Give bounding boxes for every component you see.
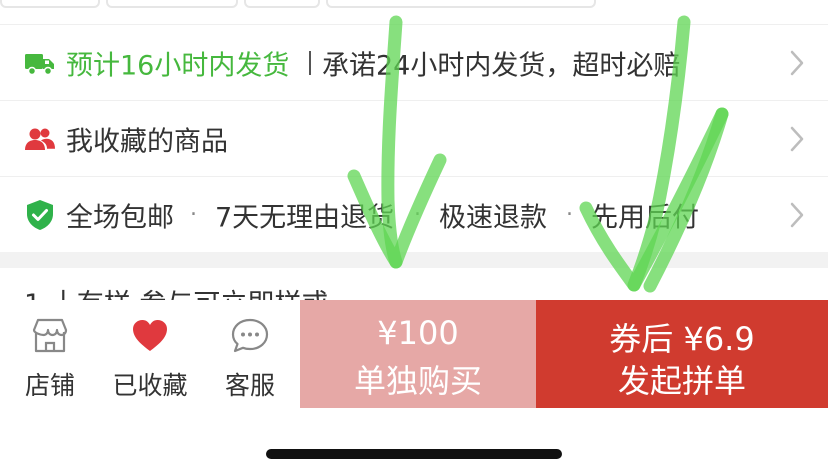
service-item: 先用后付 xyxy=(591,202,699,234)
tag-chip[interactable] xyxy=(106,0,238,8)
store-icon xyxy=(32,318,68,353)
customer-service-button[interactable]: 客服 xyxy=(200,300,300,408)
favorites-label: 我收藏的商品 xyxy=(66,126,228,158)
store-label: 店铺 xyxy=(24,371,75,400)
group-buy-button[interactable]: 券后 ¥6.9 发起拼单 xyxy=(536,300,828,408)
divider xyxy=(309,51,311,75)
service-item: 极速退款 xyxy=(439,202,547,234)
store-button[interactable]: 店铺 xyxy=(0,300,100,408)
group-buy-label: 发起拼单 xyxy=(617,362,746,400)
service-item: 全场包邮 xyxy=(66,202,174,234)
chevron-right-icon xyxy=(790,202,804,228)
shipping-estimate: 预计16小时内发货 xyxy=(66,50,290,82)
separator-dot: · xyxy=(190,202,197,228)
service-guarantee-row[interactable]: 全场包邮 · 7天无理由退货 · 极速退款 · 先用后付 xyxy=(0,176,828,253)
single-buy-price: ¥100 xyxy=(377,314,459,352)
shipping-row[interactable]: 预计16小时内发货 承诺24小时内发货，超时必赔 xyxy=(0,24,828,101)
tag-chip[interactable] xyxy=(0,0,100,8)
favorite-label: 已收藏 xyxy=(112,371,188,400)
favorite-button[interactable]: 已收藏 xyxy=(100,300,200,408)
section-gap xyxy=(0,252,828,268)
shipping-promise: 承诺24小时内发货，超时必赔 xyxy=(322,50,681,82)
tag-chip[interactable] xyxy=(244,0,320,8)
users-icon xyxy=(25,128,55,150)
truck-icon xyxy=(25,54,54,76)
service-label: 客服 xyxy=(224,371,275,400)
chevron-right-icon xyxy=(790,126,804,152)
top-tag-row xyxy=(0,0,828,22)
tag-chip[interactable] xyxy=(326,0,596,8)
chat-icon xyxy=(231,318,269,353)
bottom-action-bar: 店铺 已收藏 客服 ¥100 单独购买 券后 ¥6.9 发起拼单 xyxy=(0,300,828,408)
single-buy-button[interactable]: ¥100 单独购买 xyxy=(300,300,536,408)
home-indicator xyxy=(266,449,562,459)
service-item: 7天无理由退货 xyxy=(215,202,395,234)
group-buy-price: 券后 ¥6.9 xyxy=(609,320,755,358)
separator-dot: · xyxy=(414,202,421,228)
chevron-right-icon xyxy=(790,50,804,76)
separator-dot: · xyxy=(566,202,573,228)
heart-icon xyxy=(133,320,167,351)
single-buy-label: 单独购买 xyxy=(353,362,482,400)
favorites-row[interactable]: 我收藏的商品 xyxy=(0,100,828,177)
shield-check-icon xyxy=(27,200,53,230)
